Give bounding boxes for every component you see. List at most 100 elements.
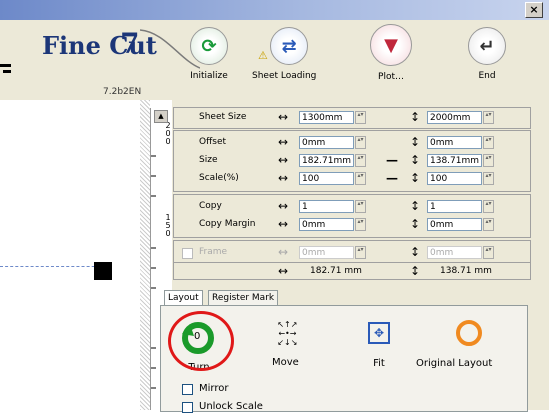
sheet-size-row: Sheet Size ↔ 1300mm ▴▾ ↕ 2000mm ▴▾ xyxy=(174,109,530,127)
total-height-value: 138.71 mm xyxy=(440,266,492,276)
total-width-value: 182.71 mm xyxy=(310,266,362,276)
copy-x-spinner[interactable]: ▴▾ xyxy=(355,200,366,213)
move-arrows-icon: ↖↑↗ ←•→ ↙↓↘ xyxy=(277,320,298,347)
initialize-label: Initialize xyxy=(190,71,228,81)
cutter-icon: ▼ xyxy=(370,24,412,66)
tab-layout[interactable]: Layout xyxy=(164,290,203,306)
sheet-loading-button[interactable]: ⇄ ⚠ Sheet Loading xyxy=(252,27,316,81)
highlight-ring xyxy=(168,311,234,371)
size-height-input[interactable]: 138.71mm xyxy=(427,154,482,167)
refresh-icon: ⟳ xyxy=(190,27,228,65)
size-height-spinner[interactable]: ▴▾ xyxy=(483,154,494,167)
offset-y-spinner[interactable]: ▴▾ xyxy=(483,136,494,149)
sheet-width-spinner[interactable]: ▴▾ xyxy=(355,111,366,124)
copy-x-input[interactable]: 1 xyxy=(299,200,354,213)
sheet-height-spinner[interactable]: ▴▾ xyxy=(483,111,494,124)
link-dash-icon[interactable]: — xyxy=(386,153,398,167)
sheet-height-input[interactable]: 2000mm xyxy=(427,111,482,124)
scroll-gutter xyxy=(140,100,150,410)
copy-margin-y-input[interactable]: 0mm xyxy=(427,218,482,231)
copy-margin-x-input[interactable]: 0mm xyxy=(299,218,354,231)
horizontal-arrow-icon: ↔ xyxy=(278,171,289,185)
frame-row: Frame ↔ 0mm ▴▾ ↕ 0mm ▴▾ xyxy=(174,244,530,262)
plot-button[interactable]: ▼ Plot… xyxy=(370,24,412,82)
horizontal-arrow-icon: ↔ xyxy=(278,264,289,278)
size-row: Size ↔ 182.71mm ▴▾ — ↕ 138.71mm ▴▾ xyxy=(174,152,530,170)
horizontal-arrow-icon: ↔ xyxy=(278,135,289,149)
offset-x-input[interactable]: 0mm xyxy=(299,136,354,149)
tab-register-mark[interactable]: Register Mark xyxy=(208,290,279,306)
copy-margin-row: Copy Margin ↔ 0mm ▴▾ ↕ 0mm ▴▾ xyxy=(174,216,530,234)
mirror-checkbox[interactable] xyxy=(182,384,193,395)
scale-x-input[interactable]: 100 xyxy=(299,172,354,185)
version-label: 7.2b2EN xyxy=(103,87,142,97)
edge-mark xyxy=(3,70,11,73)
vertical-arrow-icon: ↕ xyxy=(410,153,421,167)
move-label: Move xyxy=(272,357,299,368)
scale-x-spinner[interactable]: ▴▾ xyxy=(355,172,366,185)
reset-icon xyxy=(456,320,483,346)
initialize-button[interactable]: ⟳ Initialize xyxy=(190,27,228,81)
swap-arrows-icon: ⇄ xyxy=(270,27,309,65)
total-size-row: ↔ 182.71 mm ↕ 138.71 mm xyxy=(174,262,530,281)
copy-row: Copy ↔ 1 ▴▾ ↕ 1 ▴▾ xyxy=(174,198,530,216)
frame-y-input[interactable]: 0mm xyxy=(427,246,482,259)
frame-checkbox[interactable] xyxy=(182,248,193,259)
unlock-scale-checkbox[interactable] xyxy=(182,402,193,413)
scale-label: Scale(%) xyxy=(199,173,239,183)
copy-margin-y-spinner[interactable]: ▴▾ xyxy=(483,218,494,231)
scroll-up-button[interactable]: ▲ xyxy=(154,110,168,123)
fit-button[interactable]: ✥ Fit xyxy=(368,322,390,369)
vertical-arrow-icon: ↕ xyxy=(410,171,421,185)
sheet-size-label: Sheet Size xyxy=(199,112,247,122)
scale-y-spinner[interactable]: ▴▾ xyxy=(483,172,494,185)
scale-y-input[interactable]: 100 xyxy=(427,172,482,185)
horizontal-arrow-icon: ↔ xyxy=(278,217,289,231)
end-label: End xyxy=(478,71,496,81)
offset-y-input[interactable]: 0mm xyxy=(427,136,482,149)
vertical-arrow-icon: ↕ xyxy=(410,264,421,278)
frame-group: Frame ↔ 0mm ▴▾ ↕ 0mm ▴▾ ↔ 182.71 mm ↕ 13… xyxy=(173,240,531,280)
frame-x-spinner[interactable]: ▴▾ xyxy=(355,246,366,259)
close-button[interactable]: × xyxy=(525,2,543,18)
horizontal-arrow-icon: ↔ xyxy=(278,153,289,167)
edge-mark xyxy=(0,64,11,67)
logo: Fine Cut xyxy=(42,31,157,60)
fit-icon: ✥ xyxy=(368,322,390,344)
horizontal-arrow-icon: ↔ xyxy=(278,245,289,259)
frame-label: Frame xyxy=(199,247,228,257)
offset-x-spinner[interactable]: ▴▾ xyxy=(355,136,366,149)
sheet-loading-label: Sheet Loading xyxy=(252,71,317,81)
return-icon: ↵ xyxy=(468,27,506,65)
original-layout-label: Original Layout xyxy=(416,358,493,369)
copy-label: Copy xyxy=(199,201,222,211)
horizontal-arrow-icon: ↔ xyxy=(278,110,289,124)
vertical-arrow-icon: ↕ xyxy=(410,217,421,231)
size-width-input[interactable]: 182.71mm xyxy=(299,154,354,167)
vertical-arrow-icon: ↕ xyxy=(410,245,421,259)
horizontal-arrow-icon: ↔ xyxy=(278,199,289,213)
mirror-label: Mirror xyxy=(199,383,229,394)
plot-label: Plot… xyxy=(378,72,404,82)
link-dash-icon[interactable]: — xyxy=(386,171,398,185)
copy-margin-x-spinner[interactable]: ▴▾ xyxy=(355,218,366,231)
scale-row: Scale(%) ↔ 100 ▴▾ — ↕ 100 ▴▾ xyxy=(174,170,530,188)
sheet-width-input[interactable]: 1300mm xyxy=(299,111,354,124)
register-mark xyxy=(94,262,112,280)
size-width-spinner[interactable]: ▴▾ xyxy=(355,154,366,167)
vertical-arrow-icon: ↕ xyxy=(410,199,421,213)
transform-group: Offset ↔ 0mm ▴▾ ↕ 0mm ▴▾ Size ↔ 182.71mm… xyxy=(173,130,531,192)
offset-row: Offset ↔ 0mm ▴▾ ↕ 0mm ▴▾ xyxy=(174,134,530,152)
offset-label: Offset xyxy=(199,137,227,147)
frame-y-spinner[interactable]: ▴▾ xyxy=(483,246,494,259)
end-button[interactable]: ↵ End xyxy=(468,27,506,81)
move-button[interactable]: ↖↑↗ ←•→ ↙↓↘ Move xyxy=(272,320,299,368)
copy-margin-label: Copy Margin xyxy=(199,219,256,229)
vertical-arrow-icon: ↕ xyxy=(410,135,421,149)
frame-x-input[interactable]: 0mm xyxy=(299,246,354,259)
fit-label: Fit xyxy=(373,358,385,369)
copy-y-spinner[interactable]: ▴▾ xyxy=(483,200,494,213)
original-layout-button[interactable]: Original Layout xyxy=(416,320,492,369)
warning-icon: ⚠ xyxy=(258,49,268,62)
copy-y-input[interactable]: 1 xyxy=(427,200,482,213)
